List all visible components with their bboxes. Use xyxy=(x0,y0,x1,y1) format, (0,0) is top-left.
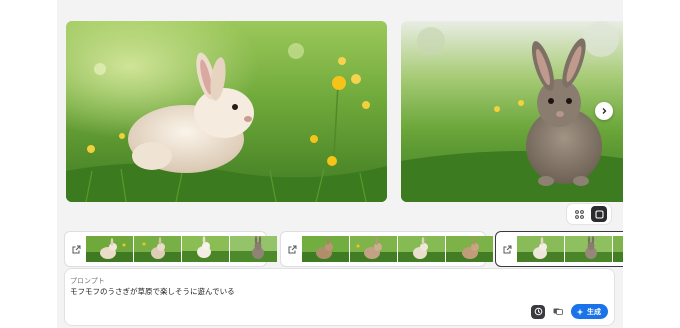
prompt-input[interactable]: モフモフのうさぎが草原で楽しそうに遊んでいる xyxy=(70,286,235,297)
prompt-panel[interactable]: プロンプト モフモフのうさぎが草原で楽しそうに遊んでいる 生成 xyxy=(64,268,615,326)
grid-view-icon xyxy=(574,209,584,219)
prompt-actions: 生成 xyxy=(531,304,608,319)
history-button[interactable] xyxy=(531,304,545,319)
batch-3-thumb-2[interactable] xyxy=(565,236,612,262)
batch-2[interactable] xyxy=(280,231,493,267)
batch-2-thumb-1[interactable] xyxy=(302,236,349,262)
open-external-icon[interactable] xyxy=(69,242,83,256)
image-reference-icon xyxy=(553,308,563,315)
batch-1-thumb-2[interactable] xyxy=(134,236,181,262)
generated-image-2[interactable] xyxy=(401,21,623,202)
open-external-icon[interactable] xyxy=(285,242,299,256)
app-canvas: プロンプト モフモフのうさぎが草原で楽しそうに遊んでいる 生成 xyxy=(57,0,623,328)
history-icon xyxy=(534,307,542,316)
batch-3-thumb-3[interactable] xyxy=(613,236,623,262)
image-viewer xyxy=(57,0,623,210)
batch-2-thumb-4[interactable] xyxy=(446,236,493,262)
view-mode-switch xyxy=(567,204,611,224)
generate-label: 生成 xyxy=(587,307,601,316)
batch-2-thumb-3[interactable] xyxy=(398,236,445,262)
batch-3-thumb-1[interactable] xyxy=(517,236,564,262)
batch-3[interactable] xyxy=(495,231,623,267)
batch-1-thumb-3[interactable] xyxy=(182,236,229,262)
sparkle-icon xyxy=(576,308,584,315)
chevron-right-icon xyxy=(602,108,607,114)
open-external-icon[interactable] xyxy=(500,242,514,256)
prompt-label: プロンプト xyxy=(70,277,105,285)
single-view-icon xyxy=(594,209,604,219)
batch-1-thumb-1[interactable] xyxy=(86,236,133,262)
generated-image-1[interactable] xyxy=(66,21,387,202)
next-image-button[interactable] xyxy=(595,102,613,120)
batch-2-thumb-2[interactable] xyxy=(350,236,397,262)
grid-view-button[interactable] xyxy=(571,206,587,222)
batch-1[interactable] xyxy=(64,231,277,267)
generation-history xyxy=(64,231,623,271)
batch-1-thumb-4[interactable] xyxy=(230,236,277,262)
generate-button[interactable]: 生成 xyxy=(571,304,608,319)
image-reference-button[interactable] xyxy=(551,305,565,319)
single-view-button[interactable] xyxy=(591,206,607,222)
